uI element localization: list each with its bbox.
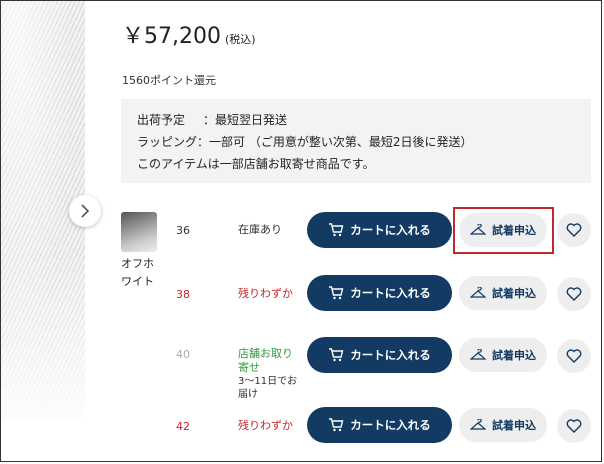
highlight-box bbox=[453, 207, 554, 254]
hanger-icon bbox=[470, 349, 486, 360]
size-label: 38 bbox=[176, 288, 190, 301]
add-to-cart-button[interactable]: カートに入れる bbox=[307, 407, 452, 443]
size-label: 36 bbox=[176, 224, 190, 237]
points-text: 1560ポイント還元 bbox=[122, 74, 216, 87]
next-image-button[interactable] bbox=[69, 195, 101, 227]
price-amount: ￥57,200 bbox=[122, 24, 221, 49]
stock-delivery-note: 3〜11日でお届け bbox=[238, 376, 298, 400]
heart-icon bbox=[566, 223, 582, 237]
stock-status: 在庫あり bbox=[238, 223, 282, 236]
wrap-key: ラッピング bbox=[137, 135, 198, 149]
cart-icon bbox=[329, 223, 344, 237]
cart-label: カートに入れる bbox=[350, 348, 431, 362]
hanger-icon bbox=[470, 419, 486, 430]
try-on-button[interactable]: 試着申込 bbox=[459, 276, 547, 310]
price: ￥57,200 (税込) bbox=[122, 18, 256, 50]
chevron-right-icon bbox=[81, 204, 90, 218]
add-to-cart-button[interactable]: カートに入れる bbox=[307, 337, 452, 373]
size-label: 40 bbox=[176, 348, 190, 361]
stock-status: 残りわずか bbox=[238, 287, 293, 300]
color-thumbnail[interactable] bbox=[121, 212, 157, 252]
add-to-cart-button[interactable]: カートに入れる bbox=[307, 212, 452, 248]
cart-label: カートに入れる bbox=[350, 223, 431, 237]
size-label: 42 bbox=[176, 420, 190, 433]
wrap-value: ：一部可 （ご用意が整い次第、最短2日後に発送） bbox=[197, 135, 473, 149]
favorite-button[interactable] bbox=[557, 409, 591, 443]
try-on-button[interactable]: 試着申込 bbox=[459, 408, 547, 442]
heart-icon bbox=[566, 287, 582, 301]
hanger-icon bbox=[470, 287, 486, 298]
stock-status: 店舗お取り寄せ bbox=[238, 347, 293, 374]
add-to-cart-button[interactable]: カートに入れる bbox=[307, 275, 452, 311]
cart-label: カートに入れる bbox=[350, 418, 431, 432]
favorite-button[interactable] bbox=[557, 213, 591, 247]
try-on-button[interactable]: 試着申込 bbox=[459, 338, 547, 372]
favorite-button[interactable] bbox=[557, 277, 591, 311]
cart-label: カートに入れる bbox=[350, 286, 431, 300]
try-label: 試着申込 bbox=[492, 349, 536, 362]
heart-icon bbox=[566, 419, 582, 433]
cart-icon bbox=[329, 348, 344, 362]
heart-icon bbox=[566, 349, 582, 363]
try-label: 試着申込 bbox=[492, 419, 536, 432]
stock-status: 残りわずか bbox=[238, 419, 293, 432]
color-name: オフホワイト bbox=[121, 257, 154, 288]
shipping-info-box: 出荷予定 ：最短翌日発送 ラッピング：一部可 （ご用意が整い次第、最短2日後に発送… bbox=[121, 99, 591, 183]
cart-icon bbox=[329, 286, 344, 300]
favorite-button[interactable] bbox=[557, 339, 591, 373]
try-label: 試着申込 bbox=[492, 287, 536, 300]
tax-label: (税込) bbox=[224, 33, 256, 46]
ship-key: 出荷予定 bbox=[137, 113, 186, 127]
ship-value: ：最短翌日発送 bbox=[203, 113, 288, 127]
store-note: このアイテムは一部店舗お取寄せ商品です。 bbox=[137, 157, 375, 171]
cart-icon bbox=[329, 418, 344, 432]
